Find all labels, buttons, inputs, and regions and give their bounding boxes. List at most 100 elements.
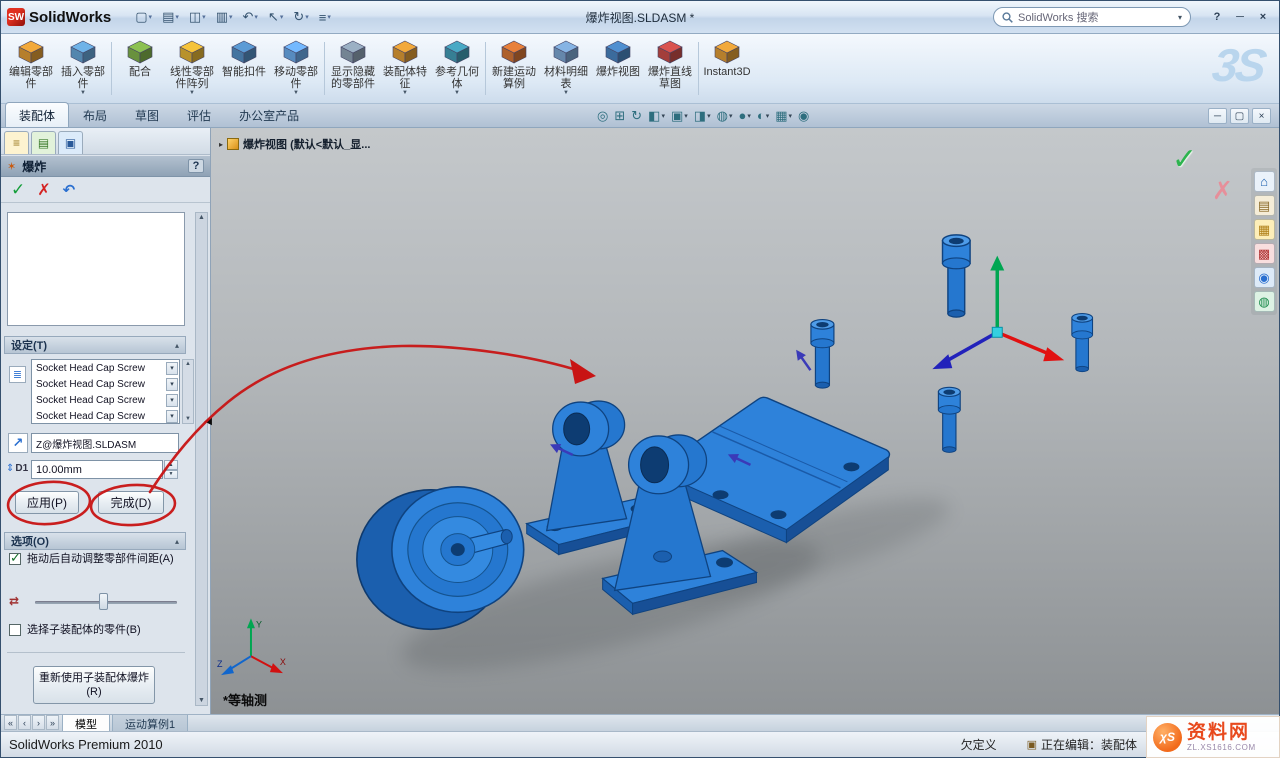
tab-办公室产品[interactable]: 办公室产品 <box>225 102 313 127</box>
tool-mate[interactable]: 配合 <box>114 36 166 101</box>
chevron-down-icon[interactable]: ▼ <box>189 90 195 96</box>
close-button[interactable]: × <box>1253 8 1273 26</box>
explode-preview-box[interactable] <box>7 212 185 326</box>
print-button[interactable]: ▥▾ <box>212 6 237 28</box>
last-tab-button[interactable]: » <box>46 715 59 730</box>
chevron-down-icon[interactable]: ▼ <box>454 90 460 96</box>
chevron-down-icon[interactable]: ▾ <box>166 410 178 423</box>
explode-step-1[interactable]: Socket Head Cap Screw▾ <box>32 360 179 376</box>
panel-collapse-icon[interactable]: ◀ <box>204 416 212 427</box>
screw-part[interactable] <box>943 235 971 317</box>
edit-appearance-button[interactable]: ●▾ <box>736 106 752 125</box>
chevron-down-icon[interactable]: ▾ <box>166 362 178 375</box>
tool-move-component[interactable]: 移动零部件▼ <box>270 36 322 101</box>
explode-step-2[interactable]: Socket Head Cap Screw▾ <box>32 376 179 392</box>
tool-new-motion-study[interactable]: 新建运动算例 <box>488 36 540 101</box>
confirmation-cancel-button[interactable]: ✗ <box>1212 176 1233 206</box>
design-library-button[interactable]: ▤ <box>1254 195 1275 216</box>
search-input[interactable]: SolidWorks 搜索 ▾ <box>993 7 1191 27</box>
next-tab-button[interactable]: › <box>32 715 45 730</box>
tool-assembly-features[interactable]: 装配体特征▼ <box>379 36 431 101</box>
tab-评估[interactable]: 评估 <box>173 102 225 127</box>
doc-minimize-button[interactable]: ─ <box>1208 108 1227 124</box>
explode-step-4[interactable]: Socket Head Cap Screw▾ <box>32 408 179 424</box>
tool-insert-component[interactable]: 插入零部件▼ <box>57 36 109 101</box>
cancel-button[interactable]: ✗ <box>37 180 50 200</box>
spin-up-icon[interactable]: ▲ <box>164 460 178 470</box>
file-explorer-button[interactable]: ▦ <box>1254 219 1275 240</box>
view-orientation-button[interactable]: ▣▾ <box>669 106 690 125</box>
chevron-down-icon[interactable]: ▾ <box>166 378 178 391</box>
zoom-to-fit-button[interactable]: ◎ <box>595 106 610 125</box>
settings-section-header[interactable]: 设定(T) ▴ <box>4 336 186 354</box>
chevron-down-icon[interactable]: ▼ <box>80 90 86 96</box>
spin-down-icon[interactable]: ▼ <box>164 470 178 480</box>
new-file-button[interactable]: ▢▾ <box>131 6 156 28</box>
chevron-down-icon[interactable]: ▼ <box>563 90 569 96</box>
collapse-icon[interactable]: ▴ <box>175 341 179 350</box>
help-button[interactable]: ? <box>1207 8 1227 26</box>
chevron-down-icon[interactable]: ▼ <box>293 90 299 96</box>
confirmation-ok-button[interactable]: ✓ <box>1172 142 1197 177</box>
tool-instant3d[interactable]: Instant3D <box>701 36 753 101</box>
tool-edit-component[interactable]: 编辑零部件 <box>5 36 57 101</box>
tab-装配体[interactable]: 装配体 <box>5 102 69 127</box>
first-tab-button[interactable]: « <box>4 715 17 730</box>
select-arrow-button[interactable]: ↖▾ <box>264 6 287 28</box>
doc-restore-button[interactable]: ▢ <box>1230 108 1249 124</box>
zoom-to-area-button[interactable]: ⊞ <box>612 106 627 125</box>
tab-草图[interactable]: 草图 <box>121 102 173 127</box>
chevron-down-icon[interactable]: ▾ <box>166 394 178 407</box>
scroll-down-icon[interactable]: ▼ <box>185 416 191 422</box>
display-style-button[interactable]: ◨▾ <box>692 106 713 125</box>
doc-close-button[interactable]: × <box>1252 108 1271 124</box>
rebuild-button[interactable]: ↻▾ <box>289 6 312 28</box>
screw-part[interactable] <box>811 320 834 389</box>
hide-show-items-button[interactable]: ◍▾ <box>715 106 735 125</box>
spacing-slider-thumb[interactable] <box>99 593 108 610</box>
appearances-button[interactable]: ◉ <box>1254 267 1275 288</box>
chevron-down-icon[interactable]: ▼ <box>402 90 408 96</box>
tool-smart-fasteners[interactable]: 智能扣件 <box>218 36 270 101</box>
auto-space-checkbox-row[interactable]: 拖动后自动调整零部件间距(A) <box>9 552 187 567</box>
tool-reference-geometry[interactable]: 参考几何体▼ <box>431 36 483 101</box>
feature-tree-root[interactable]: ▸ 爆炸视图 (默认<默认_显... <box>219 136 370 152</box>
explode-direction-field[interactable]: Z@爆炸视图.SLDASM <box>31 433 179 453</box>
collapse-icon[interactable]: ▴ <box>175 537 179 546</box>
select-subassembly-checkbox-row[interactable]: 选择子装配体的零件(B) <box>9 623 187 638</box>
tab-布局[interactable]: 布局 <box>69 102 121 127</box>
done-button[interactable]: 完成(D) <box>98 491 164 514</box>
home-button[interactable]: ⌂ <box>1254 171 1275 192</box>
section-view-button[interactable]: ◧▾ <box>646 106 667 125</box>
view-settings-button[interactable]: ▦▾ <box>773 106 794 125</box>
explode-steps-list[interactable]: Socket Head Cap Screw▾Socket Head Cap Sc… <box>31 359 180 424</box>
panel-scrollbar[interactable]: ▲ ▼ <box>195 212 208 706</box>
save-button[interactable]: ◫▾ <box>185 6 210 28</box>
prev-tab-button[interactable]: ‹ <box>18 715 31 730</box>
feature-manager-tab[interactable]: ≡ <box>4 131 29 154</box>
previous-view-button[interactable]: ↻ <box>629 106 644 125</box>
explode-step-3[interactable]: Socket Head Cap Screw▾ <box>32 392 179 408</box>
screw-part[interactable] <box>1072 314 1093 372</box>
panel-help-button[interactable]: ? <box>188 159 204 173</box>
auto-space-checkbox[interactable] <box>9 553 21 565</box>
open-file-button[interactable]: ▤▾ <box>158 6 183 28</box>
tool-linear-component-pattern[interactable]: 线性零部件阵列▼ <box>166 36 218 101</box>
tool-show-hidden-components[interactable]: 显示隐藏的零部件 <box>327 36 379 101</box>
undo-button[interactable]: ↶▾ <box>239 6 262 28</box>
select-subassembly-checkbox[interactable] <box>9 624 21 636</box>
tool-exploded-view[interactable]: 爆炸视图 <box>592 36 644 101</box>
tool-explode-line-sketch[interactable]: 爆炸直线草图 <box>644 36 696 101</box>
scroll-up-icon[interactable]: ▲ <box>198 214 205 221</box>
chevron-down-icon[interactable]: ▾ <box>1178 13 1182 22</box>
apply-button[interactable]: 应用(P) <box>15 491 79 514</box>
graphics-viewport[interactable]: ▸ 爆炸视图 (默认<默认_显... ✓ ✗ ⌂▤▦▩◉◍ <box>211 128 1279 714</box>
options-button[interactable]: ≡▾ <box>315 6 335 28</box>
scroll-down-icon[interactable]: ▼ <box>198 697 205 704</box>
palette-button[interactable]: ▩ <box>1254 243 1275 264</box>
property-manager-tab[interactable]: ▤ <box>31 131 56 154</box>
minimize-button[interactable]: ─ <box>1230 8 1250 26</box>
explode-direction-arrow[interactable] <box>792 347 815 373</box>
camera-button[interactable]: ◉ <box>796 106 811 125</box>
steps-list-scrollbar[interactable]: ▲ ▼ <box>182 359 194 424</box>
